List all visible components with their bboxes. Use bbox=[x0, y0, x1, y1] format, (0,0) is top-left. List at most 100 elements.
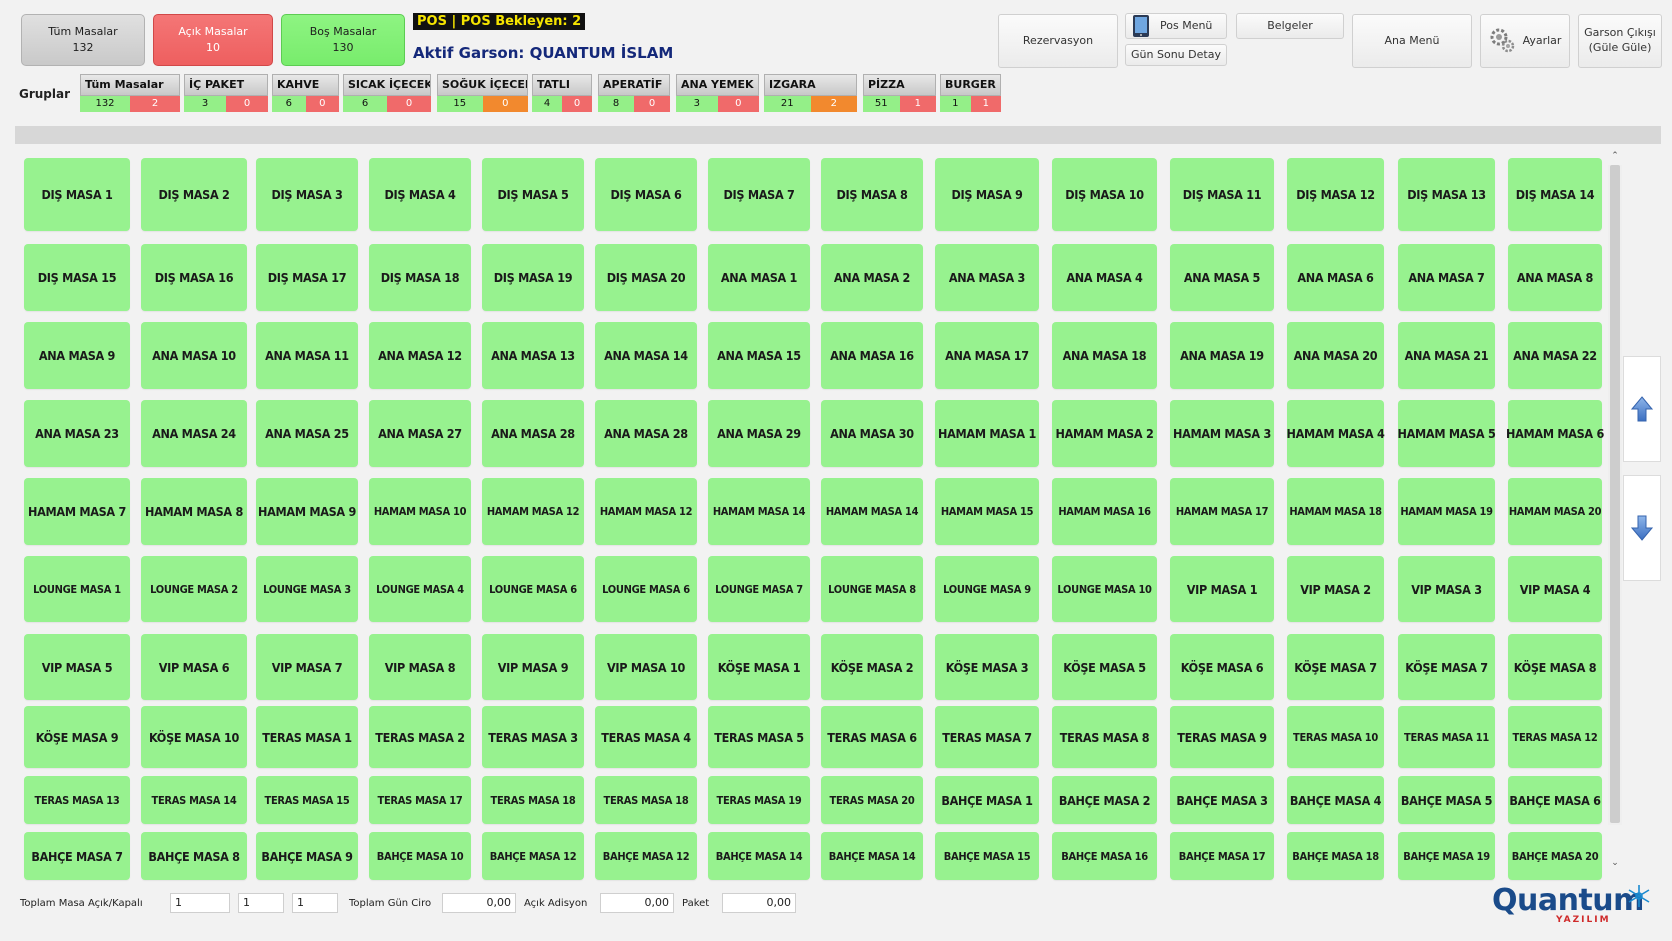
table-button[interactable]: TERAS MASA 1 bbox=[256, 706, 358, 768]
table-button[interactable]: KÖŞE MASA 2 bbox=[821, 634, 923, 700]
documents-button[interactable]: Belgeler bbox=[1236, 13, 1344, 39]
table-button[interactable]: BAHÇE MASA 9 bbox=[256, 832, 358, 880]
table-button[interactable]: ANA MASA 16 bbox=[821, 322, 923, 389]
table-button[interactable]: TERAS MASA 18 bbox=[482, 776, 584, 824]
table-button[interactable]: HAMAM MASA 10 bbox=[369, 478, 471, 545]
table-button[interactable]: ANA MASA 14 bbox=[595, 322, 697, 389]
table-button[interactable]: ANA MASA 8 bbox=[1508, 244, 1602, 311]
table-button[interactable]: DIŞ MASA 11 bbox=[1170, 158, 1274, 231]
table-button[interactable]: TERAS MASA 7 bbox=[935, 706, 1039, 768]
table-button[interactable]: ANA MASA 15 bbox=[708, 322, 810, 389]
table-button[interactable]: ANA MASA 9 bbox=[24, 322, 130, 389]
table-button[interactable]: LOUNGE MASA 8 bbox=[821, 556, 923, 622]
table-button[interactable]: TERAS MASA 4 bbox=[595, 706, 697, 768]
table-button[interactable]: BAHÇE MASA 18 bbox=[1287, 832, 1384, 880]
scroll-up-button[interactable] bbox=[1623, 356, 1661, 462]
table-button[interactable]: BAHÇE MASA 12 bbox=[595, 832, 697, 880]
table-button[interactable]: KÖŞE MASA 7 bbox=[1287, 634, 1384, 700]
table-button[interactable]: TERAS MASA 12 bbox=[1508, 706, 1602, 768]
table-button[interactable]: HAMAM MASA 7 bbox=[24, 478, 130, 545]
table-button[interactable]: DIŞ MASA 19 bbox=[482, 244, 584, 311]
table-button[interactable]: HAMAM MASA 15 bbox=[935, 478, 1039, 545]
table-button[interactable]: BAHÇE MASA 5 bbox=[1398, 776, 1495, 824]
table-button[interactable]: TERAS MASA 15 bbox=[256, 776, 358, 824]
table-button[interactable]: ANA MASA 29 bbox=[708, 400, 810, 467]
scroll-thumb[interactable] bbox=[1610, 165, 1620, 823]
table-button[interactable]: ANA MASA 28 bbox=[595, 400, 697, 467]
table-button[interactable]: HAMAM MASA 20 bbox=[1508, 478, 1602, 545]
table-button[interactable]: DIŞ MASA 16 bbox=[141, 244, 247, 311]
settings-button[interactable]: Ayarlar bbox=[1480, 14, 1570, 68]
table-button[interactable]: ANA MASA 18 bbox=[1052, 322, 1157, 389]
table-button[interactable]: KÖŞE MASA 1 bbox=[708, 634, 810, 700]
table-button[interactable]: HAMAM MASA 1 bbox=[935, 400, 1039, 467]
table-button[interactable]: BAHÇE MASA 7 bbox=[24, 832, 130, 880]
table-button[interactable]: ANA MASA 7 bbox=[1398, 244, 1495, 311]
table-button[interactable]: ANA MASA 24 bbox=[141, 400, 247, 467]
table-button[interactable]: HAMAM MASA 3 bbox=[1170, 400, 1274, 467]
group-tab[interactable]: SOĞUK İÇECEK 15 0 bbox=[437, 74, 528, 113]
table-button[interactable]: BAHÇE MASA 20 bbox=[1508, 832, 1602, 880]
group-tab[interactable]: BURGER 1 1 bbox=[940, 74, 1001, 113]
table-button[interactable]: ANA MASA 10 bbox=[141, 322, 247, 389]
group-tab[interactable]: TATLI 4 0 bbox=[532, 74, 592, 113]
table-button[interactable]: TERAS MASA 9 bbox=[1170, 706, 1274, 768]
group-tab[interactable]: Tüm Masalar 132 2 bbox=[80, 74, 180, 113]
table-button[interactable]: ANA MASA 4 bbox=[1052, 244, 1157, 311]
table-button[interactable]: HAMAM MASA 6 bbox=[1506, 400, 1604, 467]
table-button[interactable]: BAHÇE MASA 14 bbox=[708, 832, 810, 880]
table-button[interactable]: ANA MASA 30 bbox=[821, 400, 923, 467]
table-button[interactable]: HAMAM MASA 14 bbox=[821, 478, 923, 545]
table-button[interactable]: ANA MASA 1 bbox=[708, 244, 810, 311]
table-button[interactable]: LOUNGE MASA 9 bbox=[935, 556, 1039, 622]
table-button[interactable]: TERAS MASA 8 bbox=[1052, 706, 1157, 768]
table-button[interactable]: ANA MASA 28 bbox=[482, 400, 584, 467]
open-tables-button[interactable]: Açık Masalar 10 bbox=[153, 14, 273, 66]
table-button[interactable]: TERAS MASA 14 bbox=[141, 776, 247, 824]
table-button[interactable]: TERAS MASA 2 bbox=[369, 706, 471, 768]
table-button[interactable]: BAHÇE MASA 4 bbox=[1287, 776, 1384, 824]
table-button[interactable]: BAHÇE MASA 17 bbox=[1170, 832, 1274, 880]
table-button[interactable]: HAMAM MASA 19 bbox=[1398, 478, 1495, 545]
table-button[interactable]: TERAS MASA 11 bbox=[1398, 706, 1495, 768]
table-button[interactable]: ANA MASA 3 bbox=[935, 244, 1039, 311]
table-button[interactable]: DIŞ MASA 17 bbox=[256, 244, 358, 311]
table-button[interactable]: ANA MASA 11 bbox=[256, 322, 358, 389]
table-button[interactable]: ANA MASA 2 bbox=[821, 244, 923, 311]
table-button[interactable]: TERAS MASA 6 bbox=[821, 706, 923, 768]
table-button[interactable]: HAMAM MASA 17 bbox=[1170, 478, 1274, 545]
scroll-down-button[interactable] bbox=[1623, 475, 1661, 581]
table-button[interactable]: KÖŞE MASA 3 bbox=[935, 634, 1039, 700]
table-button[interactable]: BAHÇE MASA 12 bbox=[482, 832, 584, 880]
table-button[interactable]: VIP MASA 4 bbox=[1508, 556, 1602, 622]
table-button[interactable]: LOUNGE MASA 6 bbox=[595, 556, 697, 622]
table-button[interactable]: LOUNGE MASA 2 bbox=[141, 556, 247, 622]
table-button[interactable]: DIŞ MASA 14 bbox=[1508, 158, 1602, 231]
group-tab[interactable]: PİZZA 51 1 bbox=[863, 74, 936, 113]
table-button[interactable]: LOUNGE MASA 10 bbox=[1052, 556, 1157, 622]
table-button[interactable]: HAMAM MASA 4 bbox=[1287, 400, 1385, 467]
table-button[interactable]: HAMAM MASA 2 bbox=[1052, 400, 1157, 467]
table-button[interactable]: TERAS MASA 10 bbox=[1287, 706, 1384, 768]
table-button[interactable]: DIŞ MASA 3 bbox=[256, 158, 358, 231]
table-button[interactable]: ANA MASA 17 bbox=[935, 322, 1039, 389]
table-button[interactable]: VIP MASA 2 bbox=[1287, 556, 1384, 622]
table-button[interactable]: KÖŞE MASA 8 bbox=[1508, 634, 1602, 700]
table-button[interactable]: LOUNGE MASA 1 bbox=[24, 556, 130, 622]
scroll-down-small-icon[interactable]: ⌄ bbox=[1608, 858, 1622, 868]
waiter-logout-button[interactable]: Garson Çıkışı (Güle Güle) bbox=[1578, 14, 1662, 68]
table-button[interactable]: KÖŞE MASA 7 bbox=[1398, 634, 1495, 700]
table-button[interactable]: HAMAM MASA 16 bbox=[1052, 478, 1157, 545]
table-button[interactable]: TERAS MASA 3 bbox=[482, 706, 584, 768]
table-button[interactable]: TERAS MASA 20 bbox=[821, 776, 923, 824]
table-button[interactable]: HAMAM MASA 18 bbox=[1287, 478, 1384, 545]
table-button[interactable]: ANA MASA 13 bbox=[482, 322, 584, 389]
pos-menu-button[interactable]: Pos Menü bbox=[1125, 13, 1227, 39]
table-button[interactable]: VIP MASA 1 bbox=[1170, 556, 1274, 622]
table-button[interactable]: DIŞ MASA 10 bbox=[1052, 158, 1157, 231]
group-tab[interactable]: APERATİF 8 0 bbox=[598, 74, 670, 113]
table-button[interactable]: ANA MASA 25 bbox=[256, 400, 358, 467]
table-button[interactable]: DIŞ MASA 6 bbox=[595, 158, 697, 231]
table-button[interactable]: ANA MASA 12 bbox=[369, 322, 471, 389]
table-button[interactable]: VIP MASA 3 bbox=[1398, 556, 1495, 622]
